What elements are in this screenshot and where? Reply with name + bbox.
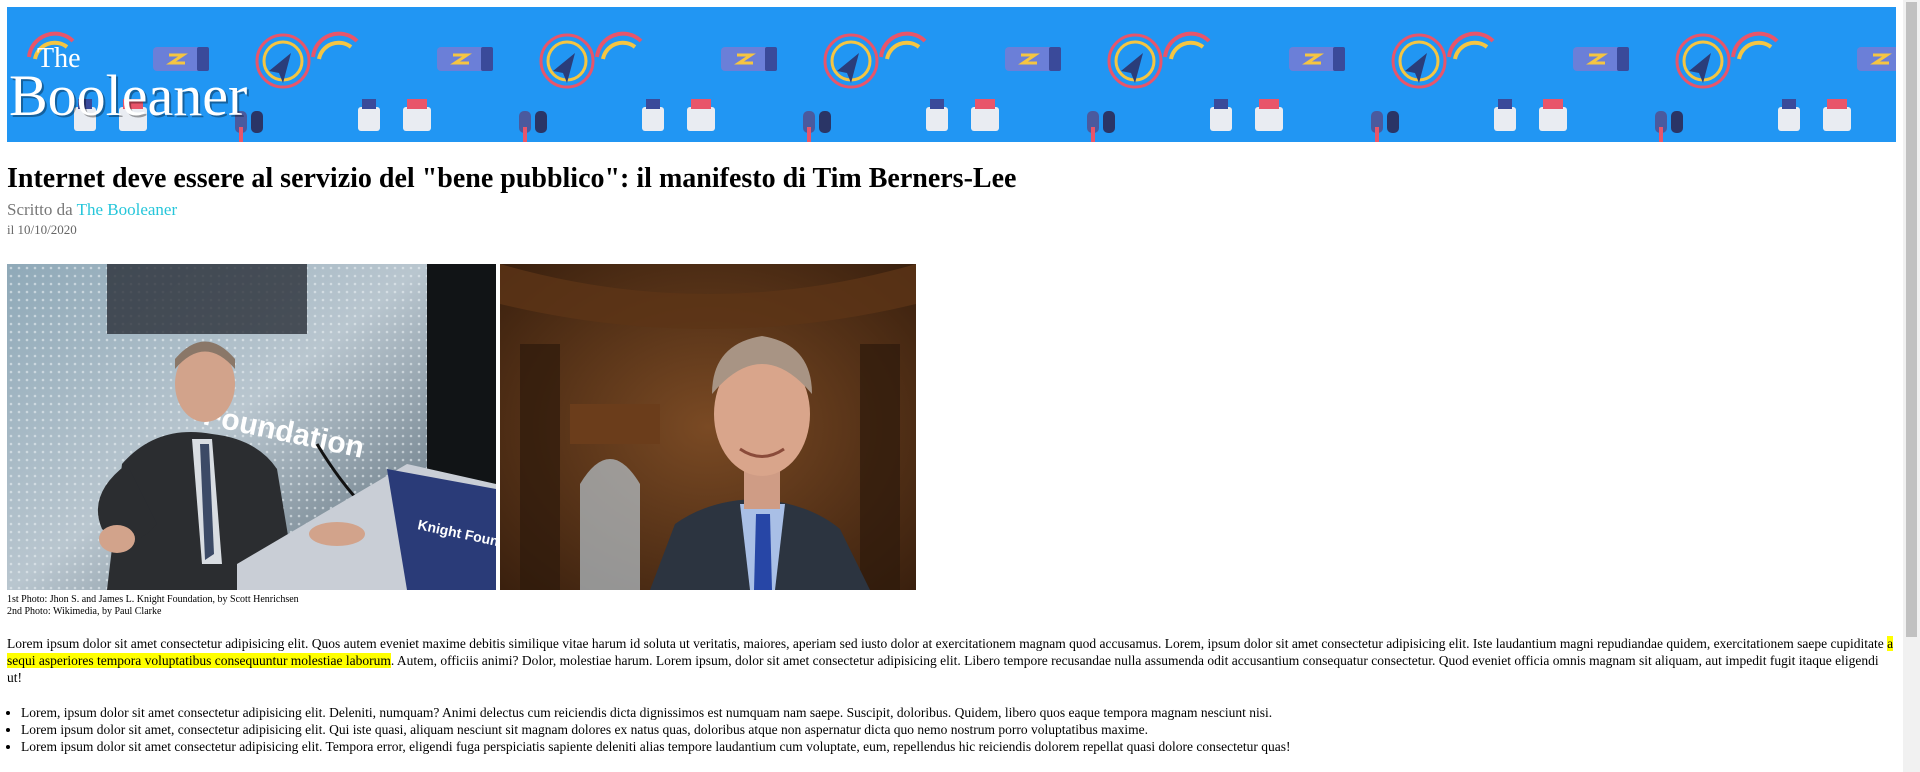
photo-portrait [500,263,916,590]
vertical-scrollbar[interactable] [1903,0,1920,772]
headphones-icon [1087,111,1115,142]
header-banner: The Booleaner [7,7,1896,142]
author-link[interactable]: The Booleaner [77,200,178,219]
article-title: Internet deve essere al servizio del "be… [7,163,1017,194]
headphones-icon [1371,111,1399,142]
battery-icon [1289,47,1345,71]
photo-speaker-podium: Foundation Knight Foundation [7,263,496,590]
earphones-icon [1210,99,1283,131]
banner-pattern [27,31,1896,142]
logo-large-text: Booleaner [9,63,248,128]
battery-icon [1573,47,1629,71]
photo-gallery: Foundation Knight Foundation [7,263,1896,590]
battery-icon [1005,47,1061,71]
earphones-icon [642,99,715,131]
byline: Scritto da The Booleaner [7,200,1896,220]
earphones-icon [1778,99,1851,131]
photo-credit-1: 1st Photo: Jhon S. and James L. Knight F… [7,593,299,605]
list-item: Lorem ipsum dolor sit amet, consectetur … [21,721,1896,738]
article-paragraph: Lorem ipsum dolor sit amet consectetur a… [7,635,1896,686]
scrollbar-thumb[interactable] [1906,2,1917,637]
battery-icon [1857,47,1896,71]
list-item: Lorem, ipsum dolor sit amet consectetur … [21,704,1896,721]
headphones-icon [803,111,831,142]
byline-prefix: Scritto da [7,199,73,219]
paragraph-text-before: Lorem ipsum dolor sit amet consectetur a… [7,635,1888,651]
headphones-icon [1655,111,1683,142]
battery-icon [437,47,493,71]
earphones-icon [1494,99,1567,131]
bullet-list: Lorem, ipsum dolor sit amet consectetur … [7,704,1896,755]
page: The Booleaner Internet deve essere al se… [7,7,1896,755]
earphones-icon [926,99,999,131]
site-logo[interactable]: The Booleaner [9,45,247,125]
photo-credits: 1st Photo: Jhon S. and James L. Knight F… [7,594,1896,618]
list-item: Lorem ipsum dolor sit amet consectetur a… [21,738,1896,755]
photo-credit-2: 2nd Photo: Wikimedia, by Paul Clarke [7,605,162,617]
earphones-icon [358,99,431,131]
battery-icon [721,47,777,71]
headphones-icon [519,111,547,142]
publish-date: il 10/10/2020 [7,221,77,237]
